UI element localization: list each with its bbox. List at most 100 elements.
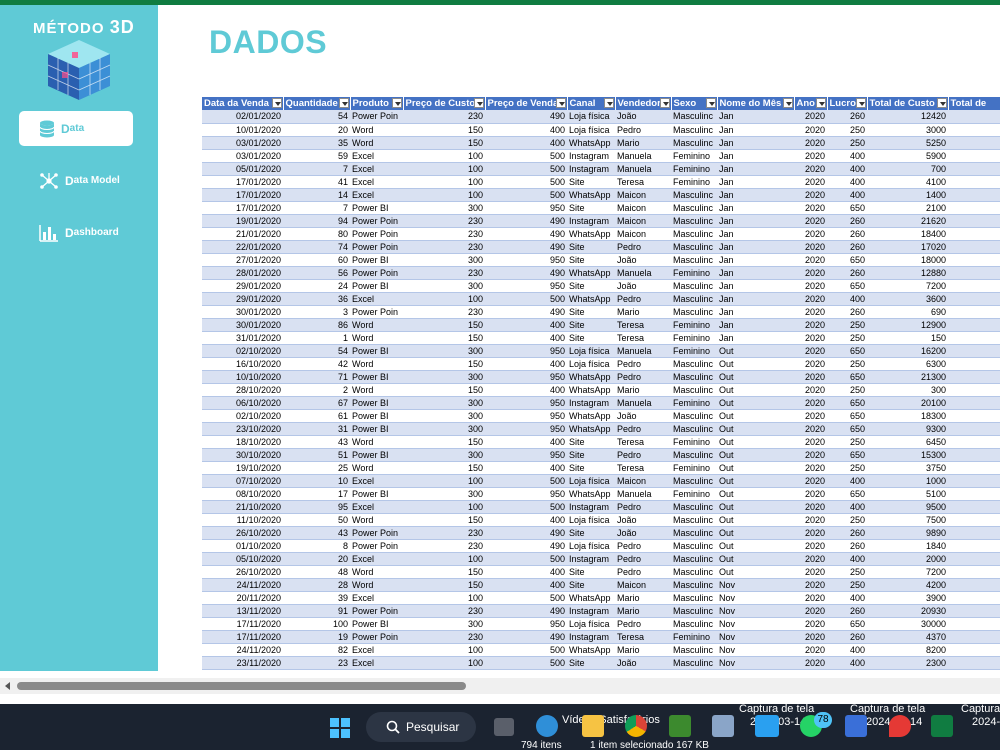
table-cell[interactable]: Site xyxy=(567,461,615,475)
filter-dropdown-icon[interactable] xyxy=(705,98,716,108)
table-cell[interactable]: Site xyxy=(567,305,615,319)
table-cell[interactable]: Masculinc xyxy=(671,474,717,488)
table-cell[interactable]: 7200 xyxy=(867,279,948,293)
table-cell[interactable]: Loja física xyxy=(567,344,615,358)
table-cell[interactable]: 5250 xyxy=(867,136,948,150)
table-cell[interactable]: Masculinc xyxy=(671,591,717,605)
table-cell[interactable]: 22/01/2020 xyxy=(202,240,283,254)
table-cell[interactable]: Excel xyxy=(350,149,403,163)
table-cell[interactable]: 2020 xyxy=(794,344,827,358)
table-cell[interactable]: 400 xyxy=(485,578,567,592)
table-cell[interactable]: 260 xyxy=(827,604,867,618)
table-cell[interactable]: 250 xyxy=(827,136,867,150)
table-cell[interactable]: 7200 xyxy=(867,565,948,579)
table-cell[interactable]: Masculinc xyxy=(671,656,717,670)
table-cell[interactable]: 1400 xyxy=(867,188,948,202)
table-cell[interactable]: 950 xyxy=(485,279,567,293)
table-cell[interactable]: Power Poin xyxy=(350,266,403,280)
table-cell[interactable]: 7 xyxy=(283,201,350,215)
table-cell[interactable]: Jan xyxy=(717,110,794,124)
table-cell[interactable]: 27/01/2020 xyxy=(202,253,283,267)
table-cell[interactable]: Pedro xyxy=(615,422,671,436)
table-cell[interactable]: 35 xyxy=(283,136,350,150)
table-cell[interactable]: WhatsApp xyxy=(567,266,615,280)
table-cell[interactable]: Maicon xyxy=(615,188,671,202)
table-cell[interactable]: 20100 xyxy=(867,396,948,410)
table-cell[interactable]: 28/01/2020 xyxy=(202,266,283,280)
table-cell[interactable]: Masculinc xyxy=(671,123,717,137)
table-cell[interactable]: Jan xyxy=(717,279,794,293)
table-cell[interactable]: 400 xyxy=(827,656,867,670)
table-cell[interactable]: 2020 xyxy=(794,578,827,592)
table-cell[interactable]: Power BI xyxy=(350,448,403,462)
table-cell[interactable]: 300 xyxy=(403,396,485,410)
table-cell[interactable]: Excel xyxy=(350,474,403,488)
table-cell[interactable]: 950 xyxy=(485,201,567,215)
table-cell[interactable]: 61 xyxy=(283,409,350,423)
column-header[interactable]: Total de xyxy=(948,97,1000,110)
file-explorer-icon[interactable] xyxy=(582,715,604,737)
table-cell[interactable]: Power Poin xyxy=(350,539,403,553)
table-cell[interactable] xyxy=(948,292,1000,306)
table-cell[interactable]: 300 xyxy=(403,617,485,631)
table-cell[interactable]: Word xyxy=(350,383,403,397)
table-cell[interactable]: 500 xyxy=(485,552,567,566)
table-cell[interactable]: 24/11/2020 xyxy=(202,643,283,657)
table-cell[interactable]: 2020 xyxy=(794,539,827,553)
table-cell[interactable]: Masculinc xyxy=(671,604,717,618)
table-cell[interactable]: 400 xyxy=(827,175,867,189)
table-cell[interactable]: Jan xyxy=(717,292,794,306)
table-cell[interactable]: 2020 xyxy=(794,162,827,176)
column-header[interactable]: Vendedor xyxy=(615,97,672,110)
table-cell[interactable]: Masculinc xyxy=(671,383,717,397)
table-cell[interactable]: 260 xyxy=(827,240,867,254)
table-cell[interactable]: 94 xyxy=(283,214,350,228)
table-cell[interactable]: Feminino xyxy=(671,461,717,475)
table-cell[interactable] xyxy=(948,344,1000,358)
table-cell[interactable]: 260 xyxy=(827,630,867,644)
table-cell[interactable]: WhatsApp xyxy=(567,422,615,436)
table-cell[interactable]: 100 xyxy=(403,162,485,176)
table-cell[interactable] xyxy=(948,123,1000,137)
table-cell[interactable]: Teresa xyxy=(615,318,671,332)
column-header[interactable]: Preço de Venda xyxy=(485,97,568,110)
table-cell[interactable]: Jan xyxy=(717,162,794,176)
table-cell[interactable] xyxy=(948,240,1000,254)
table-cell[interactable]: Jan xyxy=(717,305,794,319)
table-cell[interactable]: 400 xyxy=(827,643,867,657)
capture-window-label-2[interactable]: Captura de tela xyxy=(850,703,925,715)
table-cell[interactable] xyxy=(948,383,1000,397)
column-header[interactable]: Ano xyxy=(794,97,828,110)
table-cell[interactable]: Masculinc xyxy=(671,513,717,527)
table-cell[interactable]: Mario xyxy=(615,591,671,605)
table-cell[interactable]: 2020 xyxy=(794,318,827,332)
table-cell[interactable]: Mario xyxy=(615,136,671,150)
table-cell[interactable] xyxy=(948,552,1000,566)
todo-check-icon[interactable] xyxy=(755,715,779,737)
table-cell[interactable]: Feminino xyxy=(671,331,717,345)
horizontal-scrollbar[interactable] xyxy=(0,678,1000,694)
table-cell[interactable]: 31 xyxy=(283,422,350,436)
table-cell[interactable]: Power BI xyxy=(350,201,403,215)
table-cell[interactable]: Instagram xyxy=(567,162,615,176)
table-cell[interactable]: 17/01/2020 xyxy=(202,188,283,202)
table-cell[interactable]: Out xyxy=(717,409,794,423)
table-cell[interactable]: 490 xyxy=(485,266,567,280)
table-cell[interactable]: 16200 xyxy=(867,344,948,358)
table-cell[interactable]: 43 xyxy=(283,526,350,540)
table-cell[interactable]: 3000 xyxy=(867,123,948,137)
table-cell[interactable]: 230 xyxy=(403,604,485,618)
table-cell[interactable]: 30000 xyxy=(867,617,948,631)
table-cell[interactable]: 1000 xyxy=(867,474,948,488)
task-view-icon[interactable] xyxy=(494,718,514,736)
table-cell[interactable]: 950 xyxy=(485,448,567,462)
table-cell[interactable]: 2020 xyxy=(794,513,827,527)
table-cell[interactable]: 950 xyxy=(485,396,567,410)
table-cell[interactable]: 650 xyxy=(827,487,867,501)
table-cell[interactable]: 51 xyxy=(283,448,350,462)
table-cell[interactable]: Excel xyxy=(350,591,403,605)
table-cell[interactable]: Masculinc xyxy=(671,422,717,436)
table-cell[interactable]: 150 xyxy=(403,578,485,592)
table-cell[interactable]: 400 xyxy=(485,461,567,475)
table-cell[interactable]: Feminino xyxy=(671,162,717,176)
